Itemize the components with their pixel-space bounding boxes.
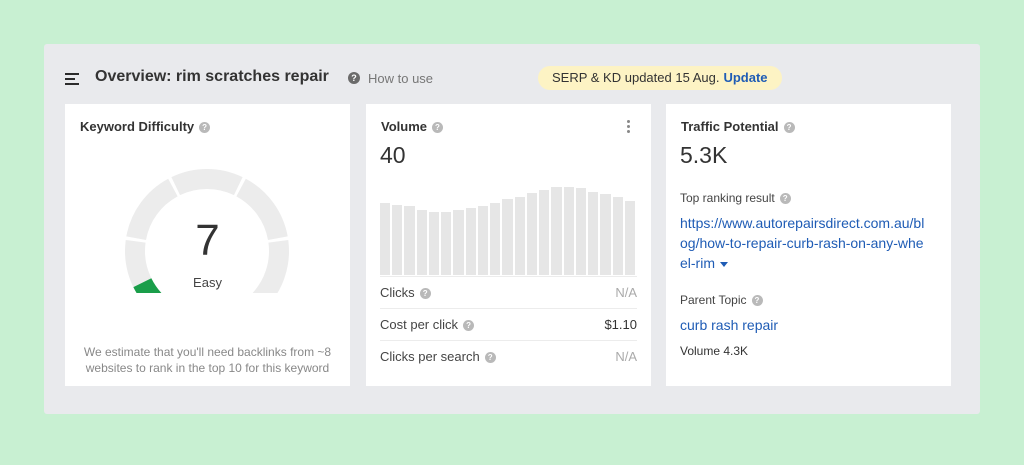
top-ranking-result-label-text: Top ranking result <box>680 191 775 205</box>
update-notice-text: SERP & KD updated 15 Aug. <box>552 70 720 85</box>
help-icon[interactable]: ? <box>463 320 475 332</box>
volume-trend-bar[interactable] <box>539 189 550 275</box>
metric-label: Cost per click <box>380 317 459 332</box>
volume-trend-bar[interactable] <box>612 197 623 275</box>
metric-label: Clicks <box>380 285 415 300</box>
traffic-potential-label: Traffic Potential? <box>681 119 795 134</box>
more-options-icon[interactable] <box>627 120 631 135</box>
volume-trend-bar[interactable] <box>490 202 501 275</box>
hamburger-menu-icon[interactable] <box>65 73 81 85</box>
volume-trend-bar[interactable] <box>428 212 440 275</box>
help-icon[interactable]: ? <box>779 193 791 205</box>
metric-row-clicks-per-search: Clicks per search? N/A <box>380 340 637 373</box>
help-icon[interactable]: ? <box>199 122 211 134</box>
metric-value: $1.10 <box>604 317 637 332</box>
help-icon[interactable]: ? <box>484 352 496 364</box>
link-line[interactable]: el-rim <box>680 253 924 273</box>
metric-value: N/A <box>615 285 637 300</box>
volume-card: Volume? 40 Clicks? N/A Cost per click? $… <box>366 104 651 386</box>
volume-trend-bar[interactable] <box>477 205 489 275</box>
volume-trend-bar[interactable] <box>624 200 635 275</box>
volume-trend-bar[interactable] <box>453 210 464 275</box>
volume-trend-bar[interactable] <box>380 202 391 275</box>
volume-trend-chart <box>380 187 637 275</box>
parent-topic-label: Parent Topic? <box>680 293 763 307</box>
difficulty-note: We estimate that you'll need backlinks f… <box>83 345 332 375</box>
traffic-potential-value: 5.3K <box>680 142 728 168</box>
metric-row-clicks: Clicks? N/A <box>380 276 637 309</box>
update-button[interactable]: Update <box>723 70 767 85</box>
caret-down-icon[interactable] <box>720 261 728 267</box>
volume-label: Volume? <box>381 119 443 134</box>
volume-value: 40 <box>380 142 406 168</box>
link-line[interactable]: https://www.autorepairsdirect.com.au/bl <box>680 213 924 233</box>
volume-trend-bar[interactable] <box>514 197 525 275</box>
help-icon[interactable]: ? <box>432 122 443 134</box>
metric-value: N/A <box>615 349 637 364</box>
parent-topic-link[interactable]: curb rash repair <box>680 315 778 335</box>
overview-panel: Overview: rim scratches repair ? How to … <box>44 44 980 414</box>
traffic-potential-card: Traffic Potential? 5.3K Top ranking resu… <box>666 104 951 386</box>
volume-trend-bar[interactable] <box>502 199 513 275</box>
update-notice-badge: SERP & KD updated 15 Aug. Update <box>538 66 782 90</box>
page-title: Overview: rim scratches repair <box>95 68 329 85</box>
volume-trend-bar[interactable] <box>441 212 452 275</box>
help-icon[interactable]: ? <box>751 295 763 307</box>
volume-trend-bar[interactable] <box>588 191 599 275</box>
help-icon[interactable]: ? <box>348 72 360 84</box>
volume-trend-bar[interactable] <box>392 204 403 275</box>
help-icon[interactable]: ? <box>419 288 431 300</box>
volume-trend-bar[interactable] <box>465 208 476 275</box>
how-to-use-link[interactable]: How to use <box>368 71 433 86</box>
volume-trend-bar[interactable] <box>404 206 415 275</box>
keyword-difficulty-label-text: Keyword Difficulty <box>80 119 195 134</box>
help-icon[interactable]: ? <box>783 122 795 134</box>
gauge-segment <box>171 169 243 196</box>
volume-trend-bar[interactable] <box>416 210 427 275</box>
difficulty-rating: Easy <box>193 275 222 290</box>
keyword-difficulty-card: Keyword Difficulty? 7 Easy We estimate t… <box>65 104 350 386</box>
link-line[interactable]: og/how-to-repair-curb-rash-on-any-whe <box>680 233 924 253</box>
difficulty-value: 7 <box>195 216 220 265</box>
parent-topic-volume: Volume 4.3K <box>680 344 749 358</box>
volume-trend-bar[interactable] <box>600 194 611 275</box>
metric-label: Clicks per search <box>380 349 480 364</box>
link-line-text[interactable]: el-rim <box>680 255 715 271</box>
traffic-potential-label-text: Traffic Potential <box>681 119 779 134</box>
parent-topic-label-text: Parent Topic <box>680 293 747 307</box>
overview-header: Overview: rim scratches repair ? How to … <box>44 44 980 104</box>
metric-row-cost-per-click: Cost per click? $1.10 <box>380 308 637 341</box>
volume-trend-bar[interactable] <box>563 187 574 275</box>
volume-label-text: Volume <box>381 119 427 134</box>
volume-trend-bar[interactable] <box>526 193 538 275</box>
volume-trend-bar[interactable] <box>575 187 587 275</box>
top-ranking-result-label: Top ranking result? <box>680 191 791 205</box>
top-ranking-result-link[interactable]: https://www.autorepairsdirect.com.au/bl … <box>680 213 924 273</box>
volume-trend-bar[interactable] <box>551 187 562 275</box>
keyword-difficulty-label: Keyword Difficulty? <box>80 119 211 134</box>
